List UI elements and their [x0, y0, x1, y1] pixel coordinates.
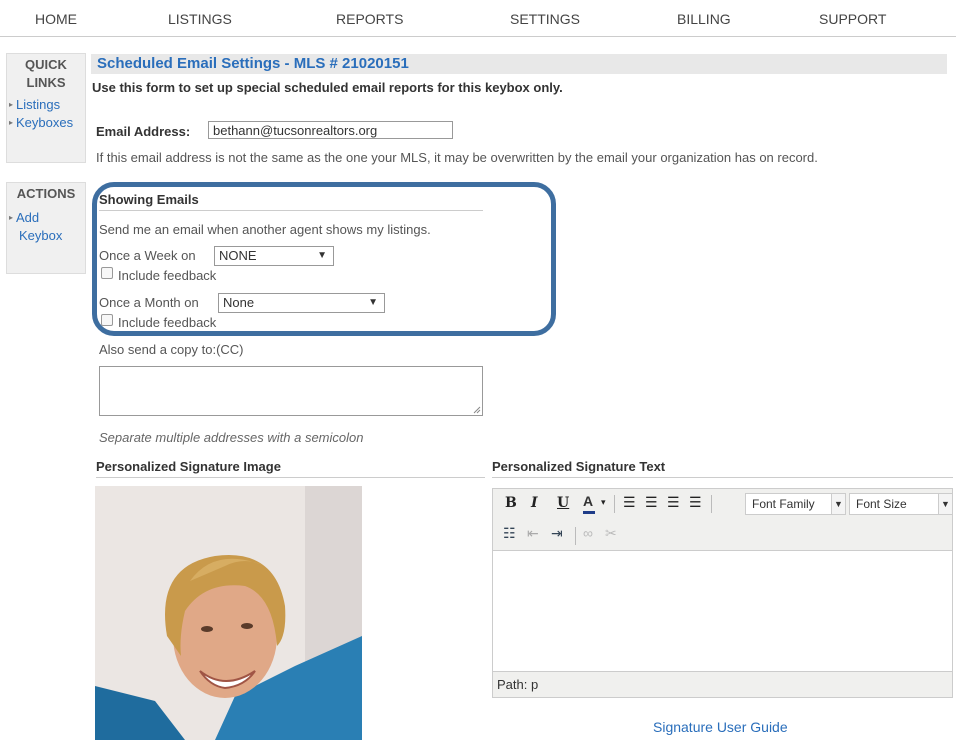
email-label: Email Address: — [96, 124, 191, 139]
align-justify-icon[interactable]: ☰ — [689, 494, 702, 511]
resize-handle-icon[interactable] — [473, 406, 481, 414]
signature-text-heading: Personalized Signature Text — [492, 459, 666, 474]
nav-home[interactable]: HOME — [35, 11, 77, 27]
bold-button[interactable]: B — [505, 495, 517, 511]
editor-path: Path: p — [497, 677, 539, 692]
font-size-select[interactable]: Font Size ▼ — [849, 493, 953, 515]
intro-text: Use this form to set up special schedule… — [92, 80, 563, 95]
divider — [492, 477, 953, 478]
unlink-icon[interactable]: ✂ — [605, 525, 617, 542]
page-title-bar: Scheduled Email Settings - MLS # 2102015… — [91, 54, 947, 74]
divider — [96, 477, 485, 478]
email-note: If this email address is not the same as… — [96, 150, 818, 165]
italic-button[interactable]: I — [531, 495, 538, 511]
caret-right-icon: ▸ — [9, 118, 14, 127]
nav-support[interactable]: SUPPORT — [819, 11, 886, 27]
signature-user-guide-link[interactable]: Signature User Guide — [653, 719, 788, 735]
align-center-icon[interactable]: ☰ — [645, 494, 658, 511]
link-icon[interactable]: ∞ — [583, 525, 593, 541]
toolbar-separator — [711, 495, 712, 513]
cc-textarea[interactable] — [99, 366, 483, 416]
bullet-list-icon[interactable]: ☷ — [503, 525, 516, 542]
align-right-icon[interactable]: ☰ — [667, 494, 680, 511]
font-color-dropdown-icon[interactable]: ▾ — [601, 497, 606, 508]
indent-icon[interactable]: ⇥ — [551, 525, 563, 542]
font-family-select[interactable]: Font Family ▼ — [745, 493, 846, 515]
cc-hint: Separate multiple addresses with a semic… — [99, 430, 364, 445]
toolbar-separator — [575, 527, 576, 545]
quick-links-title: QUICK LINKS — [25, 57, 67, 90]
email-field[interactable]: bethann@tucsonrealtors.org — [208, 121, 453, 139]
quick-links-panel: QUICK LINKS ▸ Listings ▸ Keyboxes — [6, 53, 86, 163]
signature-text-editor: B I U A ▾ ☰ ☰ ☰ ☰ Font Family ▼ Font Size… — [492, 488, 953, 698]
signature-text-area[interactable] — [493, 550, 952, 672]
nav-listings[interactable]: LISTINGS — [168, 11, 232, 27]
quick-link-keyboxes[interactable]: ▸ Keyboxes — [7, 114, 85, 132]
nav-billing[interactable]: BILLING — [677, 11, 731, 27]
outdent-icon[interactable]: ⇤ — [527, 525, 539, 542]
actions-panel: ACTIONS ▸ Add Keybox — [6, 182, 86, 274]
nav-reports[interactable]: REPORTS — [336, 11, 403, 27]
top-navigation: HOME LISTINGS REPORTS SETTINGS BILLING S… — [0, 0, 956, 37]
nav-settings[interactable]: SETTINGS — [510, 11, 580, 27]
actions-title: ACTIONS — [16, 186, 76, 201]
font-color-button[interactable]: A — [583, 493, 595, 514]
dropdown-arrow-icon: ▼ — [831, 494, 845, 514]
highlight-frame — [92, 182, 556, 336]
caret-right-icon: ▸ — [9, 213, 14, 222]
toolbar-separator — [614, 495, 615, 513]
signature-photo — [95, 486, 362, 740]
align-left-icon[interactable]: ☰ — [623, 494, 636, 511]
signature-image-heading: Personalized Signature Image — [96, 459, 281, 474]
action-add-keybox[interactable]: ▸ Add Keybox — [7, 209, 85, 245]
dropdown-arrow-icon: ▼ — [938, 494, 952, 514]
caret-right-icon: ▸ — [9, 100, 14, 109]
page-title: Scheduled Email Settings - MLS # 2102015… — [97, 55, 409, 72]
underline-button[interactable]: U — [557, 495, 569, 511]
quick-link-listings[interactable]: ▸ Listings — [7, 96, 85, 114]
cc-label: Also send a copy to:(CC) — [99, 342, 244, 357]
